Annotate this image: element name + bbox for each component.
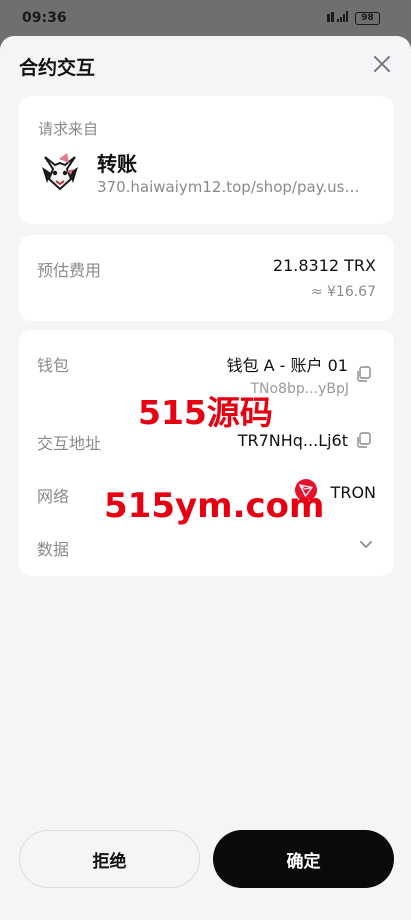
fee-label: 预估费用 [37, 261, 102, 280]
fee-fiat-value: ≈ ¥16.67 [310, 284, 376, 300]
battery-icon: 98 [355, 12, 380, 25]
contract-interaction-sheet: 合约交互 请求来自 转账 370.haiwaiym12.top/shop/pay… [0, 36, 411, 920]
request-source-label: 请求来自 [38, 120, 99, 138]
dapp-logo-icon [37, 149, 83, 195]
chevron-down-icon[interactable] [358, 536, 374, 552]
wallet-name: 钱包 A - 账户 01 [226, 356, 348, 375]
data-label[interactable]: 数据 [37, 536, 69, 560]
contract-address-label: 交互地址 [37, 434, 102, 453]
sheet-title: 合约交互 [19, 57, 96, 79]
request-title: 转账 [97, 152, 137, 176]
confirm-button[interactable]: 确定 [213, 830, 394, 888]
watermark-url: 515ym.com [104, 486, 325, 526]
signal-icon [327, 11, 351, 27]
request-card: 请求来自 转账 370.haiwaiym12.top/shop/pay.us… [19, 96, 394, 224]
copy-icon[interactable] [356, 432, 372, 448]
close-icon[interactable] [370, 52, 394, 76]
network-name: TRON [330, 483, 376, 502]
wallet-label: 钱包 [37, 356, 70, 375]
watermark-text: 515源码 [138, 393, 273, 432]
reject-button[interactable]: 拒绝 [19, 830, 200, 888]
request-url: 370.haiwaiym12.top/shop/pay.us… [97, 178, 360, 196]
status-time: 09:36 [22, 10, 67, 26]
details-card: 钱包 钱包 A - 账户 01 TNo8bp...yBpJ 交互地址 TR7NH… [19, 330, 394, 576]
copy-icon[interactable] [356, 366, 372, 382]
fee-card: 预估费用 21.8312 TRX ≈ ¥16.67 [19, 235, 394, 321]
network-label: 网络 [37, 487, 70, 506]
fee-amount: 21.8312 TRX [272, 256, 376, 275]
status-bar: 09:36 98 [0, 0, 411, 36]
